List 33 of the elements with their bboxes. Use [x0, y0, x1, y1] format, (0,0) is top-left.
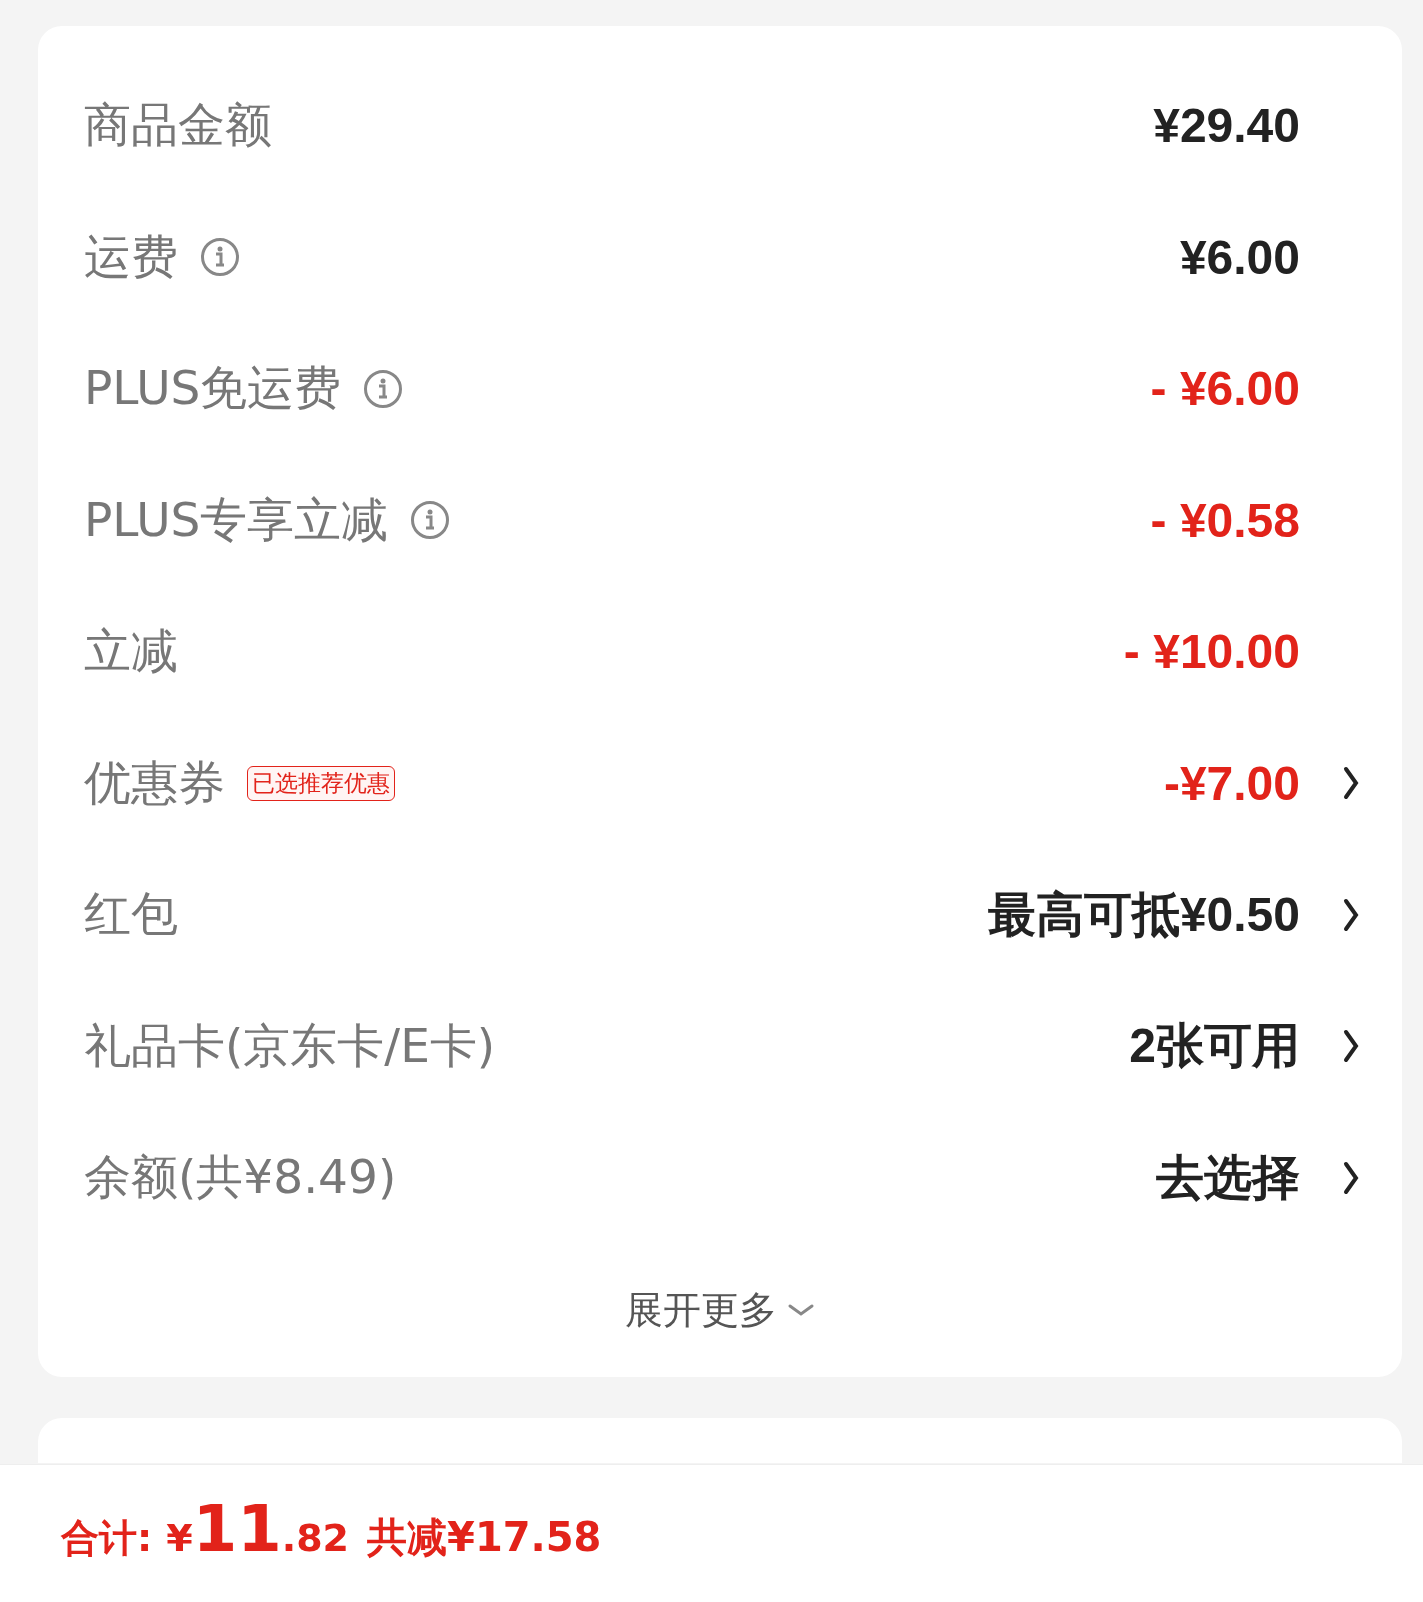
total-integer: 11	[192, 1491, 282, 1566]
chevron-down-icon	[787, 1302, 815, 1318]
fee-value[interactable]: 最高可抵¥0.50	[987, 882, 1300, 947]
info-icon[interactable]	[363, 368, 404, 409]
info-icon[interactable]	[200, 237, 240, 278]
chevron-right-icon[interactable]	[1342, 896, 1360, 933]
chevron-right-icon[interactable]	[1342, 1159, 1360, 1196]
fee-value[interactable]: -¥7.00	[1163, 755, 1300, 811]
fee-value: - ¥6.00	[1150, 361, 1300, 417]
fee-value[interactable]: 2张可用	[1129, 1014, 1300, 1079]
fee-label: 余额(共¥8.49)	[84, 1148, 397, 1207]
chevron-right-icon[interactable]	[1342, 765, 1360, 802]
info-icon[interactable]	[410, 500, 451, 541]
fee-value: ¥6.00	[1179, 229, 1300, 285]
fee-label: 运费	[84, 227, 178, 286]
fee-label: 优惠券	[84, 753, 225, 812]
fee-label: 礼品卡(京东卡/E卡)	[84, 1016, 496, 1075]
fee-label: 商品金额	[84, 96, 272, 155]
chevron-right-icon[interactable]	[1342, 1028, 1360, 1065]
total-label: 合计:	[61, 1514, 153, 1562]
currency-sign: ¥	[166, 1515, 193, 1560]
fee-label: 红包	[84, 885, 178, 944]
total-saved: 共减¥17.58	[367, 1512, 602, 1562]
fee-label: PLUS免运费	[84, 359, 342, 418]
fee-value: - ¥0.58	[1150, 492, 1300, 548]
promo-tag: 已选推荐优惠	[247, 765, 395, 801]
expand-more-button[interactable]: 展开更多	[619, 1283, 821, 1337]
fee-value: ¥29.40	[1153, 98, 1300, 154]
fee-value[interactable]: 去选择	[1156, 1145, 1300, 1210]
total-decimal: .82	[281, 1515, 350, 1560]
fee-label: 立减	[84, 622, 178, 681]
fee-label: PLUS专享立减	[84, 490, 389, 549]
fee-value: - ¥10.00	[1123, 624, 1300, 680]
